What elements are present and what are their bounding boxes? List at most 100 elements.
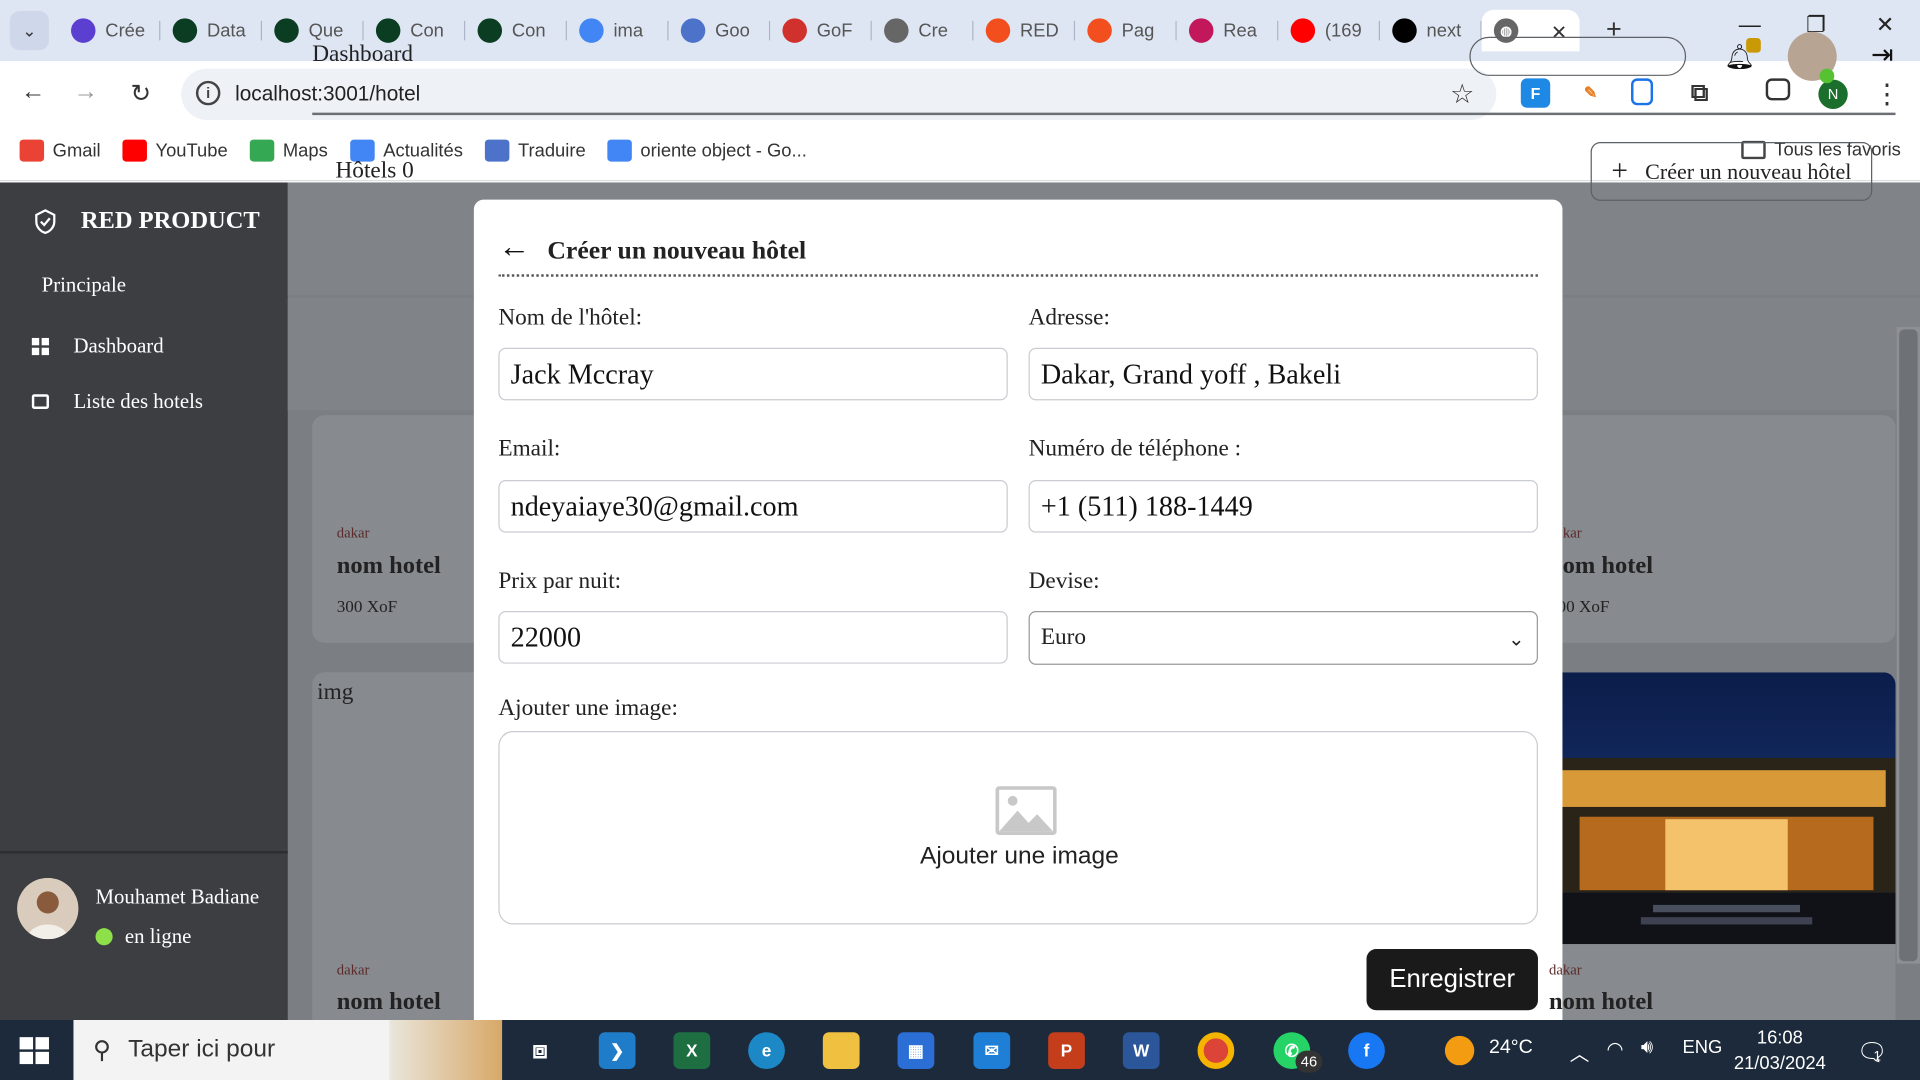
file-explorer-icon[interactable]	[822, 1032, 860, 1069]
chrome-icon[interactable]	[1197, 1032, 1235, 1069]
volume-icon[interactable]: 🔊︎	[1641, 1037, 1653, 1059]
browser-menu-icon[interactable]: ⋮	[1871, 78, 1903, 110]
currency-select[interactable]: Euro ⌄	[1028, 611, 1538, 665]
modal-header: ← Créer un nouveau hôtel	[498, 231, 1538, 277]
user-status-label: en ligne	[124, 924, 192, 948]
url-text[interactable]: localhost:3001/hotel	[235, 82, 420, 106]
hotel-name: nom hotel	[336, 988, 441, 1016]
save-button[interactable]: Enregistrer	[1366, 948, 1538, 1011]
brand: RED PRODUCT	[32, 207, 260, 235]
docs-extension-icon[interactable]	[1631, 78, 1654, 106]
online-dot-icon	[95, 928, 113, 946]
weather-temperature[interactable]: 24°C	[1489, 1037, 1533, 1059]
bookmark-item[interactable]: YouTube	[122, 139, 228, 162]
bookmark-item[interactable]: Traduire	[484, 139, 586, 162]
notification-icon[interactable]: 🗨︎	[1856, 1037, 1887, 1068]
facebook-icon[interactable]: f	[1348, 1032, 1385, 1069]
tab-label: ima	[613, 20, 644, 42]
tab-label: Que	[308, 20, 344, 42]
sidebar-item-dashboard[interactable]: Dashboard	[31, 334, 164, 358]
powerpoint-icon[interactable]: P	[1048, 1032, 1085, 1069]
browser-tab[interactable]: (169	[1278, 10, 1381, 52]
word-icon[interactable]: W	[1122, 1032, 1160, 1069]
email-input[interactable]: ndeyaiaye30@gmail.com	[498, 480, 1008, 533]
search-icon: ⚲	[93, 1037, 112, 1065]
chevron-down-icon: ⌄	[22, 20, 37, 40]
browser-tab[interactable]: next	[1380, 10, 1482, 52]
image-dropzone[interactable]: Ajouter une image	[498, 731, 1538, 925]
minimize-button[interactable]: —	[1739, 12, 1761, 38]
bookmark-star-icon[interactable]: ☆	[1450, 78, 1474, 110]
logout-icon[interactable]: ⇥	[1871, 39, 1894, 71]
site-info-icon[interactable]: i	[195, 80, 221, 106]
side-panel-icon[interactable]	[1765, 78, 1791, 101]
dropzone-text: Ajouter une image	[919, 842, 1119, 870]
extension-icon[interactable]: F	[1520, 78, 1551, 108]
tab-label: Cre	[918, 20, 948, 42]
bookmark-item[interactable]: oriente object - Go...	[607, 139, 807, 162]
browser-tab[interactable]: Data	[160, 10, 263, 52]
browser-tab[interactable]: GoF	[770, 10, 872, 52]
bookmark-item[interactable]: Gmail	[19, 139, 101, 162]
back-arrow-icon[interactable]: ←	[498, 231, 530, 263]
notification-count: 1	[1873, 1049, 1881, 1065]
tab-favicon-icon	[477, 18, 503, 43]
windows-start-icon[interactable]	[19, 1037, 49, 1065]
page-scrollbar-thumb[interactable]	[1899, 329, 1918, 962]
youtube-icon	[122, 139, 147, 162]
sidebar-item-hotels-list[interactable]: Liste des hotels	[31, 389, 203, 413]
tab-favicon-icon	[71, 18, 96, 43]
bookmark-item[interactable]: Maps	[249, 139, 328, 162]
microsoft-store-icon[interactable]: ▦	[897, 1032, 935, 1069]
taskbar-search-placeholder: Taper ici pour	[128, 1035, 276, 1063]
hotel-photo	[1506, 672, 1896, 945]
hotel-card[interactable]: dakar nom hotel	[1506, 672, 1896, 1021]
close-window-button[interactable]: ✕	[1876, 12, 1894, 38]
mail-icon[interactable]: ✉	[973, 1032, 1011, 1069]
wifi-icon[interactable]: ◠	[1607, 1037, 1624, 1061]
reload-button[interactable]: ↻	[125, 78, 157, 109]
tab-search-button[interactable]: ⌄	[9, 11, 49, 51]
sidebar-item-label: Liste des hotels	[73, 389, 203, 413]
browser-tab[interactable]: RED	[973, 10, 1076, 52]
price-input[interactable]: 22000	[498, 611, 1008, 664]
hotel-name: nom hotel	[1548, 988, 1654, 1016]
excel-icon[interactable]: X	[673, 1032, 711, 1069]
taskbar-clock[interactable]: 16:08 21/03/2024	[1734, 1025, 1826, 1076]
sidebar-divider	[0, 851, 288, 854]
extensions-puzzle-icon[interactable]: ⧉	[1685, 78, 1714, 107]
task-view-icon[interactable]: ⧈	[522, 1032, 559, 1069]
profile-avatar[interactable]: N	[1818, 79, 1848, 109]
browser-tab[interactable]: Goo	[669, 10, 771, 52]
hotel-card[interactable]: dakar nom hotel 300 XoF	[1506, 415, 1896, 643]
search-input[interactable]	[1469, 36, 1687, 76]
tab-label: next	[1426, 20, 1462, 42]
bookmark-label: Gmail	[52, 140, 101, 162]
browser-tab[interactable]: Con	[465, 10, 567, 52]
phone-input[interactable]: +1 (511) 188-1449	[1028, 480, 1538, 533]
browser-tab[interactable]: Rea	[1177, 10, 1279, 52]
tab-label: GoF	[816, 20, 853, 42]
taskbar-search[interactable]: ⚲ Taper ici pour	[73, 1020, 503, 1080]
whatsapp-badge: 46	[1295, 1050, 1323, 1073]
create-hotel-button[interactable]: + Créer un nouveau hôtel	[1590, 142, 1873, 201]
browser-tab[interactable]: Crée	[59, 10, 161, 52]
language-indicator[interactable]: ENG	[1682, 1037, 1722, 1058]
forward-button[interactable]: →	[70, 78, 102, 106]
weather-sun-icon[interactable]	[1444, 1035, 1475, 1066]
browser-tab[interactable]: Cre	[872, 10, 974, 52]
address-input[interactable]: Dakar, Grand yoff , Bakeli	[1028, 347, 1538, 401]
back-button[interactable]: ←	[17, 78, 49, 106]
edge-icon[interactable]: e	[748, 1032, 785, 1069]
hotel-card[interactable]: img dakar nom hotel	[312, 672, 496, 1021]
bookmark-label: Traduire	[517, 140, 586, 162]
colorpicker-extension-icon[interactable]: ✎	[1576, 78, 1605, 107]
vscode-icon[interactable]: ❯	[598, 1032, 636, 1069]
hotel-city: dakar	[336, 961, 370, 979]
hotel-city: dakar	[1548, 961, 1582, 979]
hotel-card[interactable]: dakar nom hotel 300 XoF	[312, 415, 496, 643]
browser-tab[interactable]: ima	[567, 10, 669, 52]
tray-chevron-up-icon[interactable]: ︿	[1570, 1037, 1590, 1066]
browser-tab[interactable]: Pag	[1075, 10, 1177, 52]
hotel-name-input[interactable]: Jack Mccray	[498, 347, 1008, 401]
